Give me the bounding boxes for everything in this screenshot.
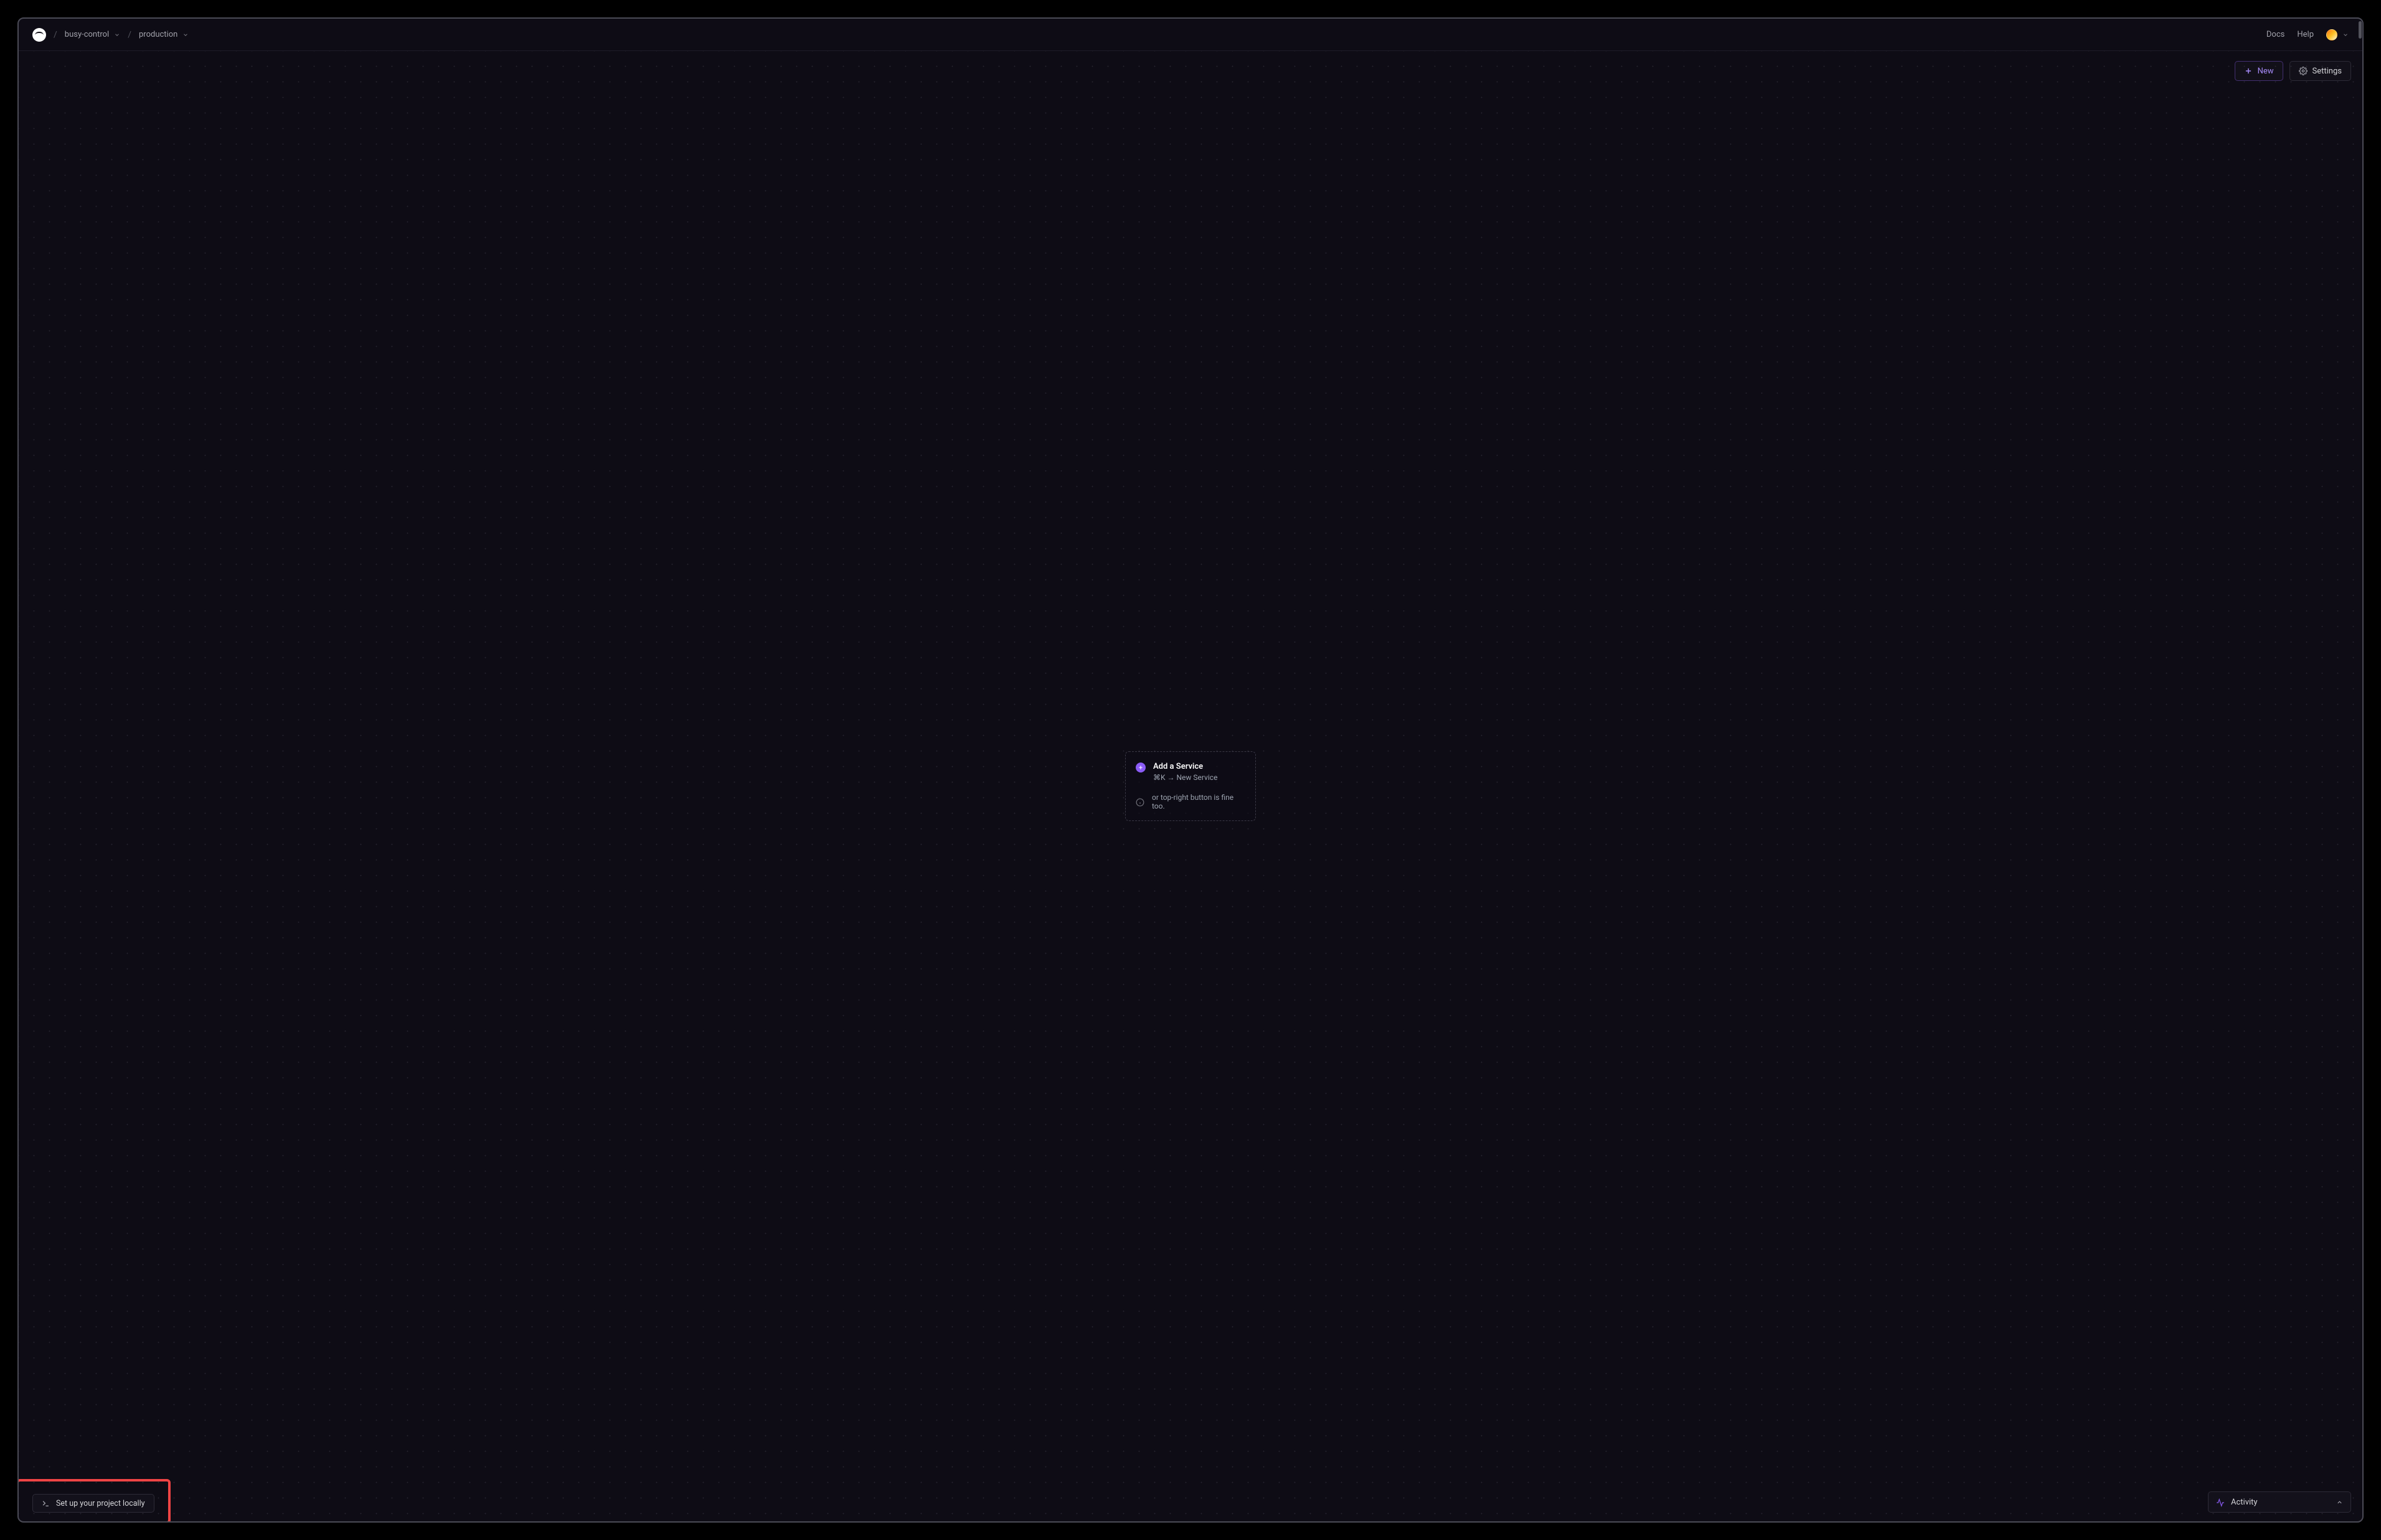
add-service-title: Add a Service — [1153, 762, 1217, 771]
highlight-annotation: Set up your project locally — [17, 1479, 171, 1523]
chevron-up-icon — [2336, 1496, 2343, 1508]
settings-button[interactable]: Settings — [2289, 61, 2351, 81]
activity-icon — [2216, 1498, 2225, 1506]
new-button[interactable]: New — [2235, 61, 2283, 81]
user-menu[interactable] — [2326, 29, 2349, 40]
canvas[interactable]: New Settings + Add a Service ⌘K → New Se… — [19, 51, 2362, 1521]
terminal-icon — [42, 1500, 50, 1508]
header-right: Docs Help — [2266, 29, 2349, 40]
info-icon — [1136, 797, 1144, 806]
logo-icon[interactable] — [32, 28, 46, 42]
add-service-shortcut: ⌘K → New Service — [1153, 773, 1217, 782]
help-link[interactable]: Help — [2297, 30, 2314, 39]
plus-badge-icon: + — [1136, 763, 1146, 772]
add-service-hint: or top-right button is fine too. — [1152, 793, 1245, 810]
avatar — [2326, 29, 2337, 40]
chevron-down-icon — [182, 32, 189, 38]
breadcrumb-project[interactable]: busy-control — [65, 30, 120, 39]
top-actions: New Settings — [2235, 61, 2351, 81]
docs-link[interactable]: Docs — [2266, 30, 2284, 39]
app-window: / busy-control / production Docs Help — [17, 17, 2364, 1523]
settings-button-label: Settings — [2313, 67, 2342, 76]
chevron-down-icon — [2342, 32, 2349, 38]
breadcrumb-separator: / — [128, 30, 131, 40]
breadcrumb-environment-label: production — [139, 30, 177, 39]
activity-label: Activity — [2231, 1498, 2258, 1507]
breadcrumb-separator: / — [54, 30, 57, 40]
breadcrumb: / busy-control / production — [32, 28, 189, 42]
breadcrumb-environment[interactable]: production — [139, 30, 189, 39]
scrollbar[interactable] — [2359, 21, 2362, 39]
chevron-down-icon — [114, 32, 120, 38]
setup-locally-label: Set up your project locally — [56, 1499, 145, 1508]
breadcrumb-project-label: busy-control — [65, 30, 109, 39]
new-button-label: New — [2258, 67, 2274, 76]
setup-locally-button[interactable]: Set up your project locally — [32, 1494, 154, 1513]
plus-icon — [2244, 67, 2253, 75]
gear-icon — [2299, 67, 2308, 75]
add-service-card[interactable]: + Add a Service ⌘K → New Service or top-… — [1125, 751, 1256, 821]
activity-panel-toggle[interactable]: Activity — [2208, 1491, 2351, 1513]
header: / busy-control / production Docs Help — [19, 19, 2362, 51]
